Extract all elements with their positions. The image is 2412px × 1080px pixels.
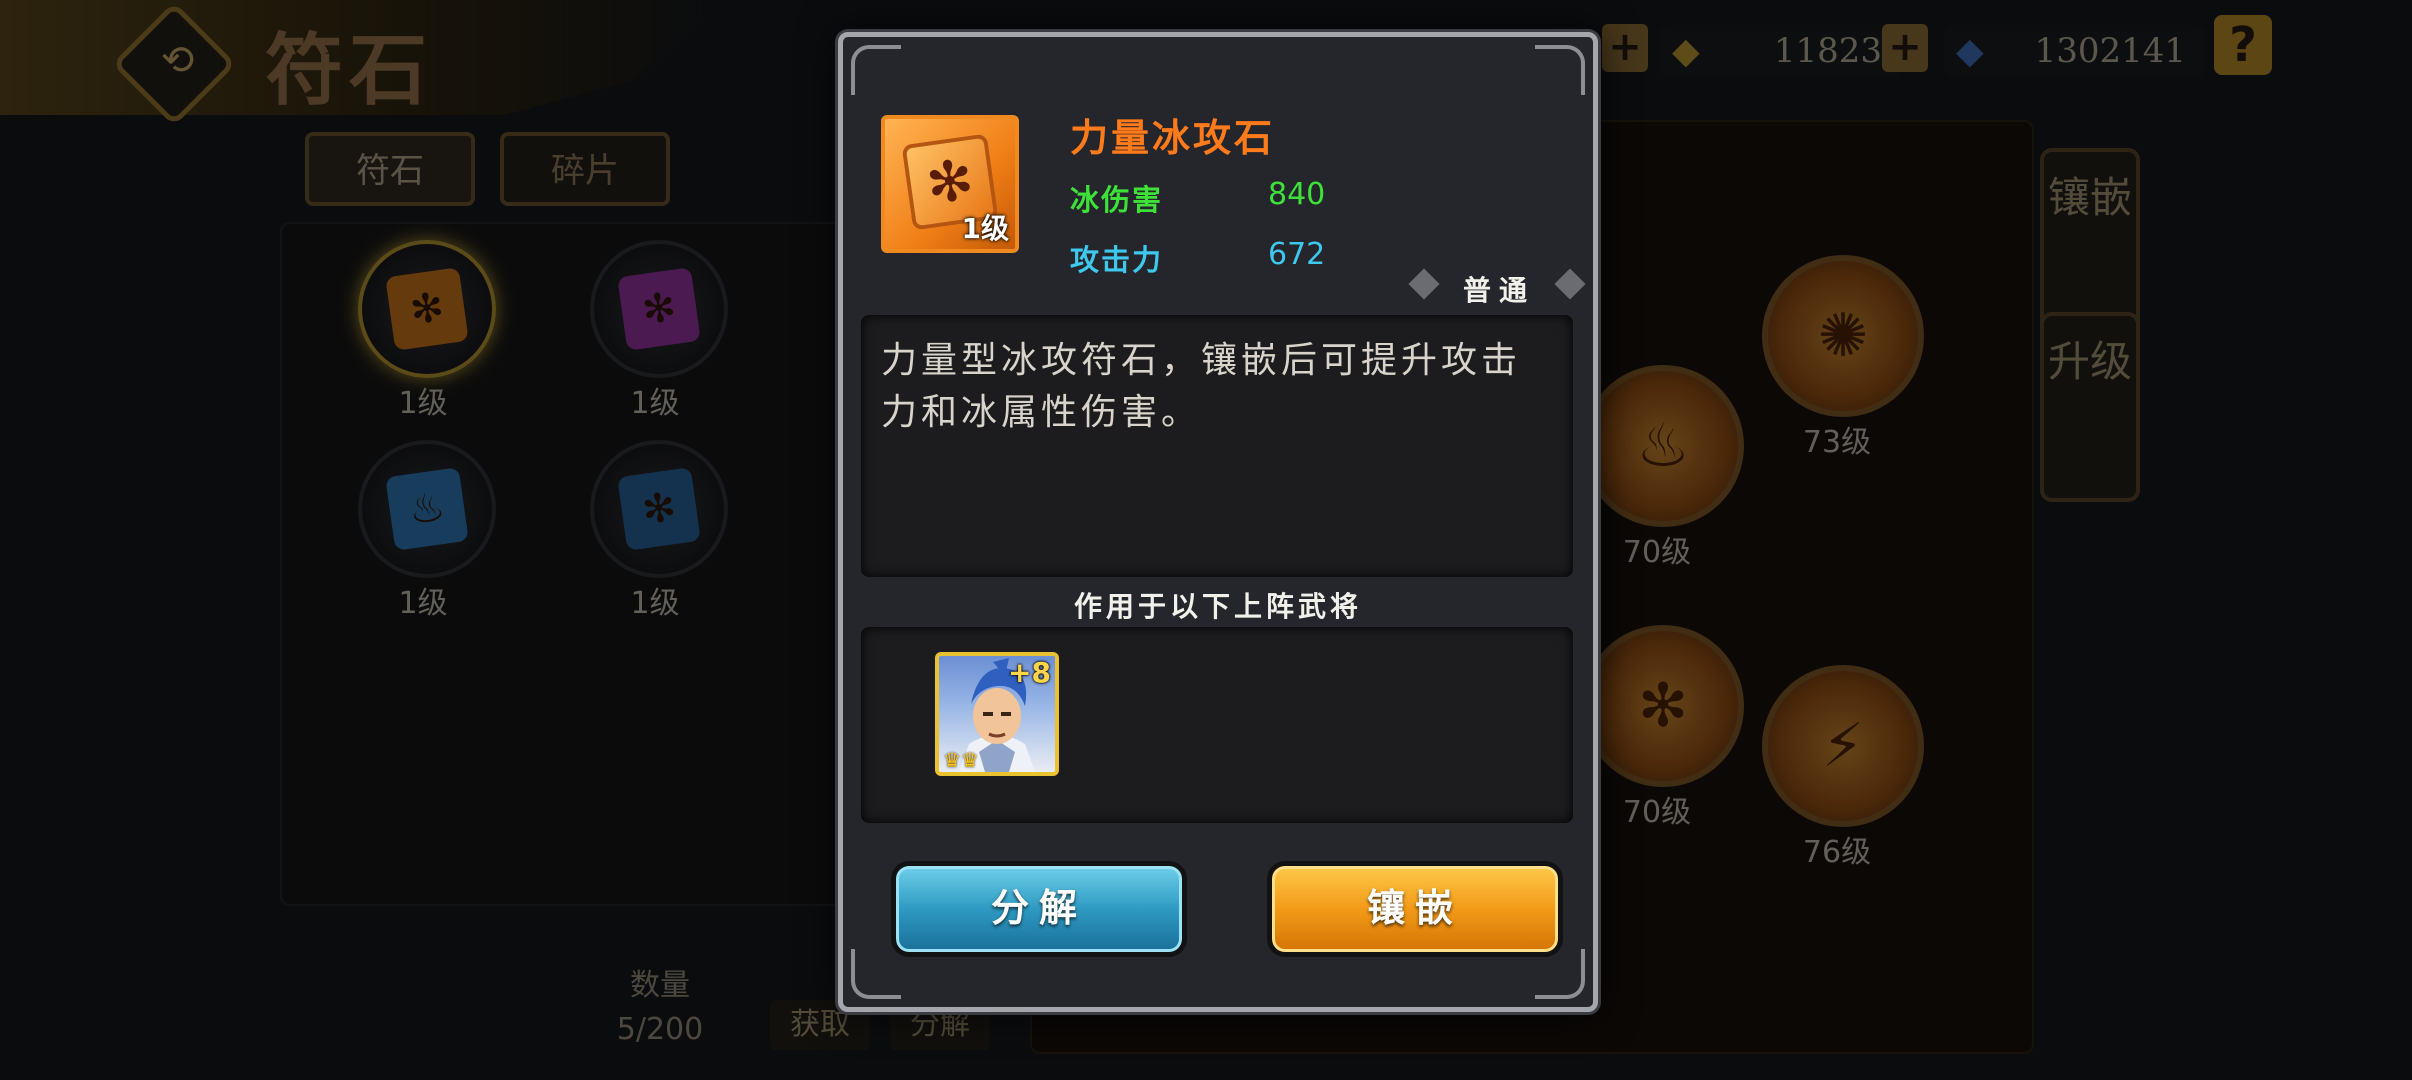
ring-slot[interactable]: ✺ 73级 [1762, 255, 1924, 461]
count-label: 数量 [630, 968, 690, 1003]
flame-icon: ♨ [385, 467, 469, 551]
stat-attack-label: 攻击力 [1070, 243, 1164, 277]
hero-plus-level: +8 [1008, 656, 1051, 689]
rune-slot[interactable]: ✻ 1级 [590, 240, 728, 422]
page-title: 符石 [265, 25, 434, 116]
rarity-label: 普通 [1463, 274, 1536, 307]
ring-level: 70级 [1622, 795, 1692, 830]
description-box: 力量型冰攻符石，镶嵌后可提升攻击力和冰属性伤害。 [861, 315, 1573, 577]
rune-slot-frame: ♨ [358, 440, 496, 578]
item-description: 力量型冰攻符石，镶嵌后可提升攻击力和冰属性伤害。 [881, 340, 1522, 433]
crown-icon: ♛♛ [943, 748, 979, 772]
snowflake-icon: ✻ [385, 267, 469, 351]
rarity-left-ornament [1408, 268, 1440, 300]
inlay-button[interactable]: 镶嵌 [1267, 861, 1563, 957]
hero-portrait[interactable]: +8 ♛♛ [935, 652, 1059, 776]
tornado-icon: ✺ [1762, 255, 1924, 417]
blue-gem-icon: ◆ [1956, 31, 1984, 72]
back-arrow-icon: ⟲ [160, 37, 195, 84]
item-name: 力量冰攻石 [1070, 116, 1276, 160]
heroes-section-title: 作用于以下上阵武将 [1073, 590, 1362, 623]
gem-value: 1302141 [2034, 31, 2186, 71]
snowflake-icon: ✻ [1582, 625, 1744, 787]
tab-runes[interactable]: 符石 [305, 132, 475, 206]
rune-slot-frame: ✻ [590, 440, 728, 578]
rune-detail-dialog: ✻ 1级 力量冰攻石 冰伤害 840 攻击力 672 普通 力量型冰攻符石，镶嵌… [838, 32, 1598, 1012]
flame-icon: ♨ [1582, 365, 1744, 527]
rune-slot[interactable]: ✻ 1级 [358, 240, 496, 422]
snowflake-icon: ✻ [617, 267, 701, 351]
tab-fragments[interactable]: 碎片 [500, 132, 670, 206]
rune-slot[interactable]: ♨ 1级 [358, 440, 496, 622]
stat-attack-value: 672 [1268, 237, 1326, 272]
ring-slot[interactable]: ♨ 70级 [1582, 365, 1744, 571]
side-tab-inlay[interactable]: 镶嵌 [2040, 148, 2140, 338]
ring-level: 76级 [1802, 835, 1872, 870]
item-level: 1级 [961, 212, 1009, 245]
stat-ice-damage-label: 冰伤害 [1070, 183, 1164, 217]
ring-slot[interactable]: ✻ 70级 [1582, 625, 1744, 831]
rune-slot[interactable]: ✻ 1级 [590, 440, 728, 622]
gem-counter: ◆ 1302141 [1944, 25, 2204, 77]
rune-level: 1级 [398, 386, 448, 421]
add-gold-button[interactable]: + [1602, 24, 1648, 72]
gold-counter: ◆ 11823 [1660, 25, 1900, 77]
ring-level: 73级 [1802, 425, 1872, 460]
help-button[interactable]: ? [2214, 15, 2272, 75]
add-gold-plus-button[interactable]: + [1882, 24, 1928, 72]
heroes-list: +8 ♛♛ [861, 627, 1573, 823]
snowflake-icon: ✻ [617, 467, 701, 551]
corner-ornament [851, 45, 901, 95]
ring-slot[interactable]: ⚡ 76级 [1762, 665, 1924, 871]
item-icon-frame: ✻ 1级 [881, 115, 1019, 253]
rune-level: 1级 [398, 586, 448, 621]
gold-ingot-icon: ◆ [1672, 31, 1700, 72]
claw-icon: ⚡ [1762, 665, 1924, 827]
stat-ice-damage-value: 840 [1268, 177, 1326, 212]
corner-ornament [1535, 45, 1585, 95]
rune-slot-frame: ✻ [358, 240, 496, 378]
gold-value: 11823 [1773, 31, 1882, 71]
rune-level: 1级 [630, 386, 680, 421]
rarity-right-ornament [1554, 268, 1586, 300]
rune-level: 1级 [630, 586, 680, 621]
count-value: 5/200 [616, 1012, 704, 1047]
corner-ornament [851, 949, 901, 999]
side-tab-upgrade[interactable]: 升级 [2040, 312, 2140, 502]
ring-level: 70级 [1622, 535, 1692, 570]
rune-slot-frame: ✻ [590, 240, 728, 378]
decompose-button[interactable]: 分解 [891, 861, 1187, 957]
